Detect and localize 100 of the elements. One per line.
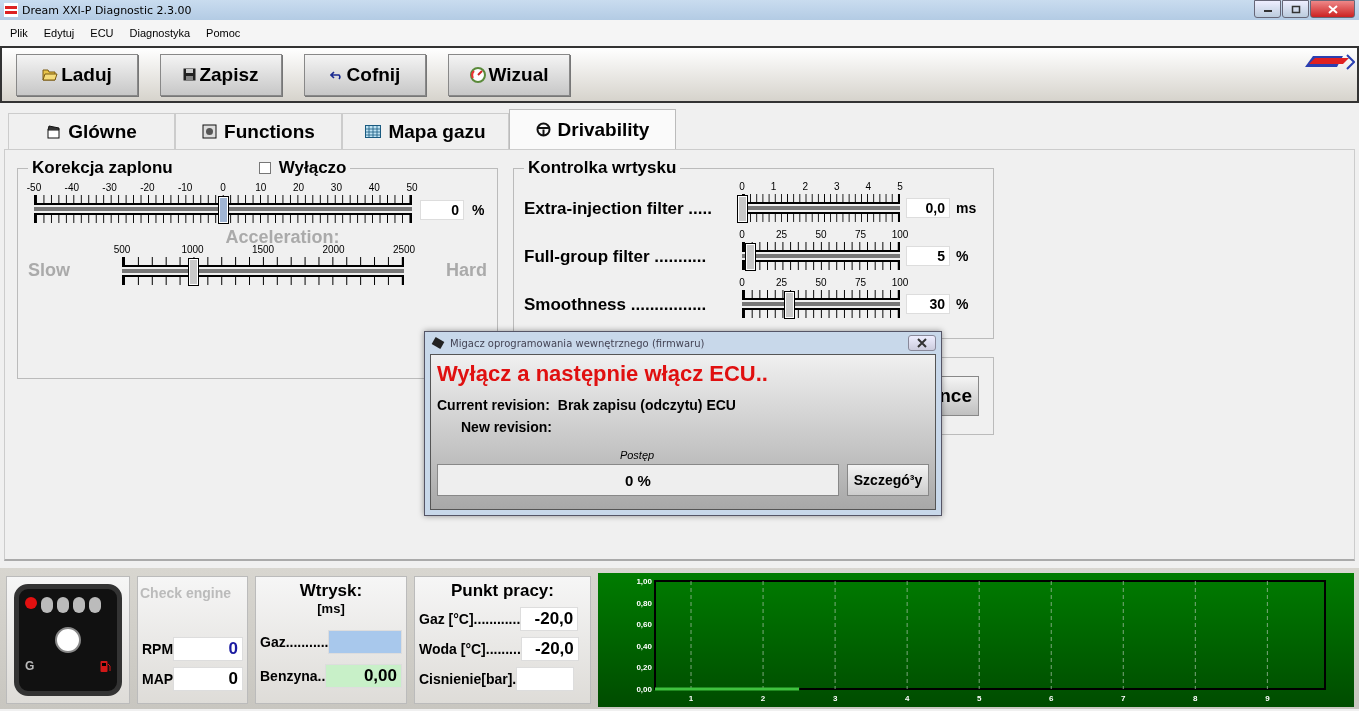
slider-label: Full-group filter ........... <box>524 247 708 267</box>
unit-label: % <box>956 296 969 312</box>
tick-label: -10 <box>177 182 193 193</box>
gauge-icon <box>469 66 486 83</box>
tick-label: 3 <box>834 180 840 192</box>
axis-tick-label: 0,80 <box>636 598 652 608</box>
slider-end-label: Slow <box>28 260 70 282</box>
menu-item[interactable]: Plik <box>4 27 38 39</box>
field-label: New revision: <box>461 419 553 435</box>
group-title: Kontrolka wrtysku <box>528 158 677 178</box>
toolbar-button[interactable]: Wizual <box>448 53 570 96</box>
value-field: -20,0 <box>520 637 579 661</box>
field-label: Cisnienie[bar]. <box>419 671 517 687</box>
tick-label: 20 <box>293 182 305 193</box>
slider-thumb[interactable] <box>784 290 796 319</box>
rpm-field: 0 <box>173 637 243 661</box>
check-engine-label: Check engine <box>140 585 233 601</box>
field-label: Woda [°C]......... <box>419 641 521 657</box>
tick-label: 40 <box>368 182 380 193</box>
axis-tick-label: 0,00 <box>636 685 652 694</box>
chip-icon <box>202 124 218 139</box>
device-label: G <box>25 659 35 673</box>
axis-tick-label: 1 <box>688 694 694 703</box>
toolbar-button[interactable]: Zapisz <box>160 53 282 96</box>
slider-end-label: Hard <box>446 260 487 282</box>
field-label: Gaz........... <box>260 634 329 650</box>
unit-label: ms <box>956 200 977 216</box>
tick-label: 0 <box>739 276 745 288</box>
tick-label: 1500 <box>251 244 275 255</box>
slider-thumb[interactable] <box>744 242 756 271</box>
value-field[interactable]: 5 <box>906 246 950 266</box>
close-button[interactable] <box>1310 0 1355 18</box>
window-title: Dream XXI-P Diagnostic 2.3.00 <box>22 3 192 17</box>
menu-item[interactable]: Diagnostyka <box>123 27 201 39</box>
tick-label: 50 <box>815 228 827 240</box>
axis-tick-label: 4 <box>904 694 910 703</box>
tick-label: -30 <box>102 182 117 193</box>
axis-tick-label: 7 <box>1121 694 1126 703</box>
clapperboard-icon <box>46 124 62 139</box>
maximize-icon <box>1290 4 1301 14</box>
tick-label: 30 <box>330 182 342 193</box>
tick-label: 75 <box>854 228 867 240</box>
value-field: 0,00 <box>325 664 402 688</box>
field-value: Brak zapisu (odczytu) ECU <box>557 397 736 413</box>
axis-tick-label: 8 <box>1193 694 1198 703</box>
menu-item[interactable]: Pomoc <box>200 27 251 39</box>
unit-label: % <box>472 201 485 218</box>
tab[interactable]: Drivability <box>509 109 676 149</box>
tick-label: 50 <box>406 182 418 193</box>
slider-label: Extra-injection filter ..... <box>524 199 713 219</box>
unit-label: [ms] <box>316 601 346 616</box>
slider-label: Smoothness ................ <box>524 295 708 315</box>
dialog-heading: Wyłącz a następnie włącz ECU.. <box>437 361 769 387</box>
tick-label: 4 <box>865 180 872 192</box>
unit-label: % <box>956 248 969 264</box>
tick-label: 2000 <box>322 244 345 255</box>
map-field: 0 <box>173 667 243 691</box>
checkbox[interactable] <box>258 162 271 174</box>
close-icon <box>916 338 928 348</box>
tick-label: 1 <box>770 180 777 192</box>
axis-tick-label: 0,40 <box>636 641 652 651</box>
tick-label: 500 <box>113 244 131 255</box>
value-field[interactable]: 30 <box>906 294 950 314</box>
push-button[interactable] <box>55 627 81 653</box>
toolbar-button[interactable]: Laduj <box>16 53 138 96</box>
slider-thumb[interactable] <box>218 196 229 224</box>
tab[interactable]: Glówne <box>8 113 175 149</box>
tick-label: 5 <box>897 180 903 192</box>
tick-label: 100 <box>891 228 909 240</box>
tick-label: 100 <box>891 276 909 288</box>
close-button[interactable] <box>908 335 936 351</box>
tick-label: 10 <box>255 182 267 193</box>
field-label: MAP <box>142 671 174 687</box>
axis-tick-label: 9 <box>1265 694 1270 703</box>
undo-arrow-icon <box>329 69 344 80</box>
slider-thumb[interactable] <box>737 194 748 223</box>
tab[interactable]: Functions <box>175 113 342 149</box>
axis-tick-label: 0,60 <box>636 620 652 630</box>
brand-logo-icon <box>1303 52 1355 72</box>
minimize-button[interactable] <box>1254 0 1281 18</box>
menu-item[interactable]: Edytuj <box>37 27 85 39</box>
tick-label: 1000 <box>181 244 204 255</box>
progress-label: Postęp <box>618 449 656 461</box>
axis-tick-label: 5 <box>976 694 982 703</box>
panel-title: Wtrysk: <box>298 581 364 601</box>
value-field <box>516 667 575 691</box>
axis-tick-label: 6 <box>1049 694 1054 703</box>
field-label: Gaz [°C]............ <box>419 611 521 627</box>
dialog-title: Migacz oprogramowania wewnętrznego (firmwaru) <box>450 337 705 349</box>
tick-label: 2500 <box>392 244 416 255</box>
progress-bar: 0 % <box>437 464 839 496</box>
folder-icon <box>42 68 59 81</box>
value-field[interactable]: 0,0 <box>906 198 950 218</box>
value-field[interactable]: 0 <box>420 199 464 220</box>
tab[interactable]: Mapa gazu <box>342 113 509 149</box>
menu-item[interactable]: ECU <box>84 27 124 39</box>
maximize-button[interactable] <box>1282 0 1309 18</box>
axis-tick-label: 3 <box>832 694 838 703</box>
details-button[interactable]: Szczegó³y <box>847 464 929 496</box>
toolbar-button[interactable]: Cofnij <box>304 53 426 96</box>
